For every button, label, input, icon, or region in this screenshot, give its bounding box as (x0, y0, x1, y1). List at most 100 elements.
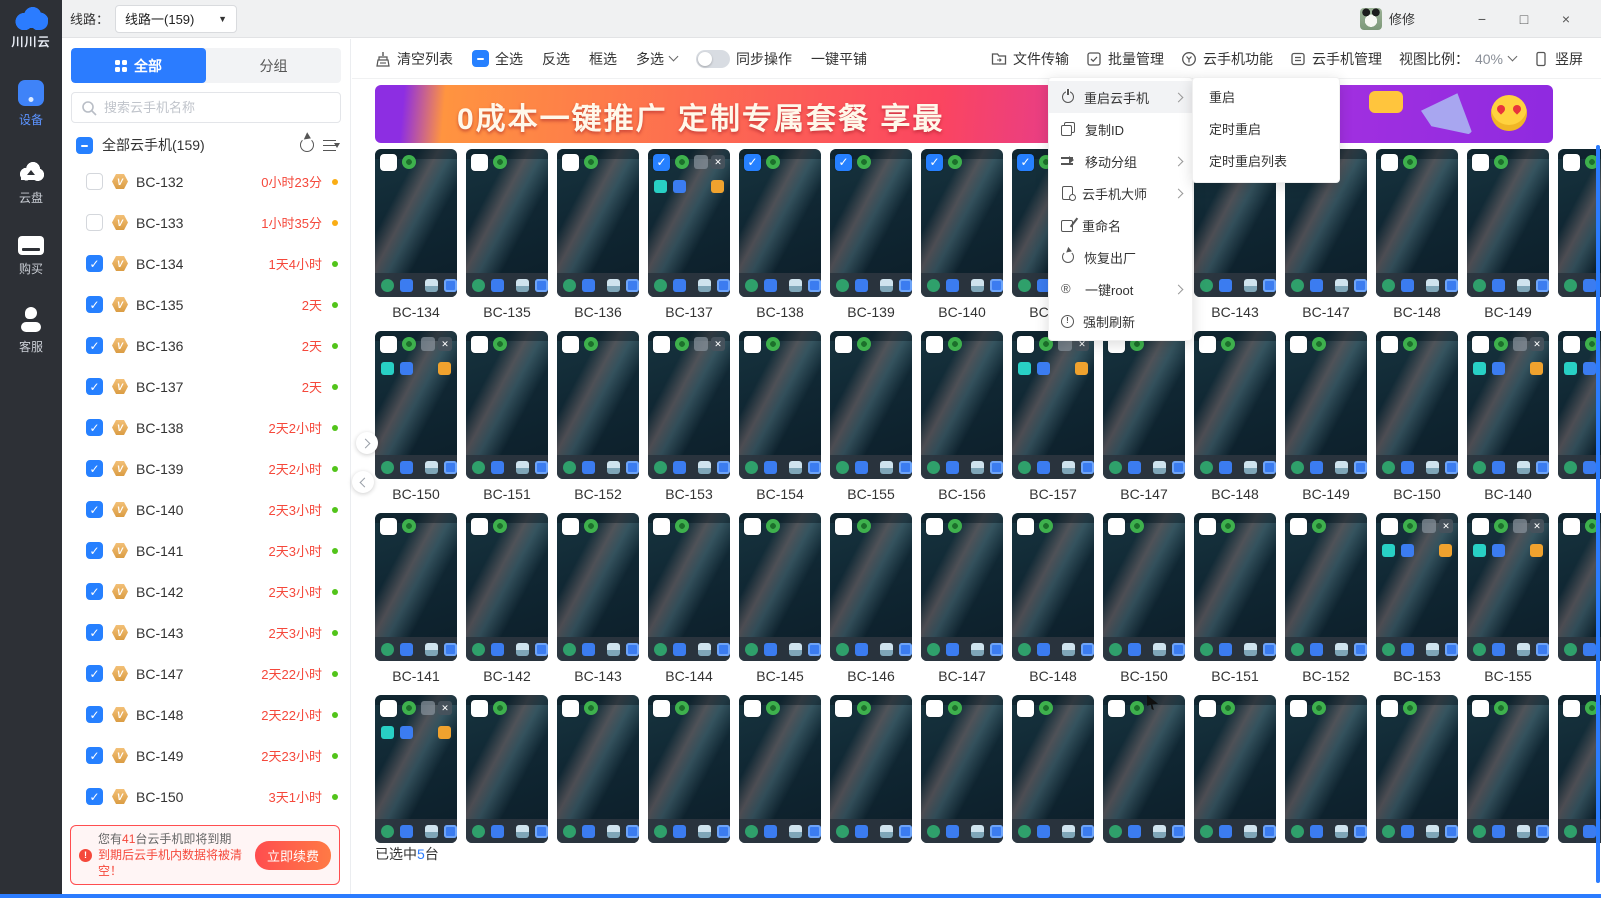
phone-thumbnail[interactable] (739, 149, 821, 297)
device-checkbox[interactable] (86, 583, 103, 600)
file-transfer-button[interactable]: 文件传输 (991, 49, 1069, 69)
cell-checkbox[interactable] (380, 154, 397, 171)
phone-thumbnail[interactable] (921, 513, 1003, 661)
refresh-icon[interactable] (300, 138, 314, 152)
cell-checkbox[interactable] (653, 518, 670, 535)
cell-checkbox[interactable] (1199, 518, 1216, 535)
phone-thumbnail[interactable] (1285, 331, 1367, 479)
cell-checkbox[interactable] (380, 336, 397, 353)
device-checkbox[interactable] (86, 173, 103, 190)
cell-checkbox[interactable] (1199, 700, 1216, 717)
cell-checkbox[interactable] (926, 700, 943, 717)
phone-thumbnail[interactable] (557, 331, 639, 479)
phone-thumbnail[interactable] (1103, 331, 1185, 479)
device-list-item[interactable]: VBC-1331小时35分 (62, 202, 350, 243)
phone-thumbnail[interactable] (1558, 513, 1601, 661)
select-all-button[interactable]: 全选 (472, 49, 523, 69)
phone-thumbnail[interactable] (1285, 695, 1367, 843)
cell-checkbox[interactable] (562, 154, 579, 171)
phone-thumbnail[interactable]: ✕ (375, 331, 457, 479)
cell-checkbox[interactable] (653, 336, 670, 353)
maximize-button[interactable]: □ (1503, 11, 1545, 27)
cell-checkbox[interactable] (1472, 518, 1489, 535)
cell-checkbox[interactable] (1017, 336, 1034, 353)
phone-thumbnail[interactable] (1194, 513, 1276, 661)
cell-checkbox[interactable] (380, 518, 397, 535)
device-checkbox[interactable] (86, 747, 103, 764)
cell-checkbox[interactable] (835, 154, 852, 171)
cell-checkbox[interactable] (1472, 700, 1489, 717)
select-all-toolbar-checkbox[interactable] (472, 50, 489, 67)
phone-thumbnail[interactable] (1194, 331, 1276, 479)
cell-checkbox[interactable] (1381, 700, 1398, 717)
horizontal-scrollbar[interactable] (0, 894, 1601, 898)
cell-checkbox[interactable] (1290, 700, 1307, 717)
menu-item[interactable]: 强制刷新 (1049, 305, 1192, 337)
device-checkbox[interactable] (86, 501, 103, 518)
sidebar-item-device[interactable]: 设备 (18, 80, 44, 128)
close-icon[interactable]: ✕ (438, 701, 452, 715)
device-checkbox[interactable] (86, 624, 103, 641)
cell-checkbox[interactable] (471, 700, 488, 717)
device-list-item[interactable]: VBC-1341天4小时 (62, 243, 350, 284)
clear-list-button[interactable]: 清空列表 (375, 49, 453, 69)
collapse-panel-button[interactable] (352, 471, 374, 493)
box-select-button[interactable]: 框选 (589, 49, 617, 69)
device-checkbox[interactable] (86, 460, 103, 477)
batch-manage-button[interactable]: 批量管理 (1086, 49, 1164, 69)
phone-thumbnail[interactable] (557, 695, 639, 843)
device-list-item[interactable]: VBC-1482天22小时 (62, 694, 350, 735)
device-list-item[interactable]: VBC-1402天3小时 (62, 489, 350, 530)
sidebar-item-support[interactable]: 客服 (18, 307, 44, 355)
cell-checkbox[interactable] (1563, 336, 1580, 353)
device-list-item[interactable]: VBC-1422天3小时 (62, 571, 350, 612)
close-icon[interactable]: ✕ (1530, 519, 1544, 533)
cell-checkbox[interactable] (1563, 518, 1580, 535)
cell-checkbox[interactable] (744, 154, 761, 171)
phone-thumbnail[interactable] (921, 149, 1003, 297)
tab-all[interactable]: 全部 (71, 48, 206, 83)
cell-checkbox[interactable] (1381, 518, 1398, 535)
phone-thumbnail[interactable]: ✕ (1467, 331, 1549, 479)
phone-features-button[interactable]: 云手机功能 (1181, 49, 1273, 69)
promo-banner[interactable]: 0成本一键推广 定制专属套餐 享最 (375, 85, 1553, 143)
menu-item[interactable]: 重命名 (1049, 209, 1192, 241)
portrait-button[interactable]: 竖屏 (1533, 49, 1583, 69)
menu-item[interactable]: 一键root (1049, 273, 1192, 305)
cell-checkbox[interactable] (1381, 336, 1398, 353)
phone-thumbnail[interactable] (648, 695, 730, 843)
phone-manage-button[interactable]: 云手机管理 (1290, 49, 1382, 69)
cell-checkbox[interactable] (744, 518, 761, 535)
phone-thumbnail[interactable]: ✕ (648, 149, 730, 297)
cell-checkbox[interactable] (471, 336, 488, 353)
device-list-item[interactable]: VBC-1320小时23分 (62, 161, 350, 202)
tile-button[interactable]: 一键平铺 (811, 49, 867, 69)
cell-checkbox[interactable] (835, 518, 852, 535)
cell-checkbox[interactable] (1017, 700, 1034, 717)
device-checkbox[interactable] (86, 255, 103, 272)
phone-thumbnail[interactable] (739, 331, 821, 479)
phone-thumbnail[interactable] (830, 513, 912, 661)
cell-checkbox[interactable] (471, 518, 488, 535)
cell-checkbox[interactable] (1381, 154, 1398, 171)
cell-checkbox[interactable] (1199, 336, 1216, 353)
phone-thumbnail[interactable] (466, 331, 548, 479)
phone-thumbnail[interactable] (739, 513, 821, 661)
cell-checkbox[interactable] (744, 336, 761, 353)
phone-thumbnail[interactable] (648, 513, 730, 661)
phone-thumbnail[interactable]: ✕ (1376, 513, 1458, 661)
zoom-ratio-control[interactable]: 视图比例： 40% (1399, 49, 1516, 69)
cell-checkbox[interactable] (744, 700, 761, 717)
phone-thumbnail[interactable] (1012, 695, 1094, 843)
cell-checkbox[interactable] (926, 518, 943, 535)
cell-checkbox[interactable] (1108, 518, 1125, 535)
close-icon[interactable]: ✕ (711, 155, 725, 169)
phone-thumbnail[interactable] (1103, 513, 1185, 661)
device-list-item[interactable]: VBC-1392天2小时 (62, 448, 350, 489)
menu-item[interactable]: 恢复出厂 (1049, 241, 1192, 273)
phone-thumbnail[interactable] (1558, 149, 1601, 297)
phone-thumbnail[interactable] (921, 331, 1003, 479)
search-input[interactable] (104, 100, 331, 115)
phone-thumbnail[interactable] (466, 695, 548, 843)
phone-thumbnail[interactable] (1376, 331, 1458, 479)
